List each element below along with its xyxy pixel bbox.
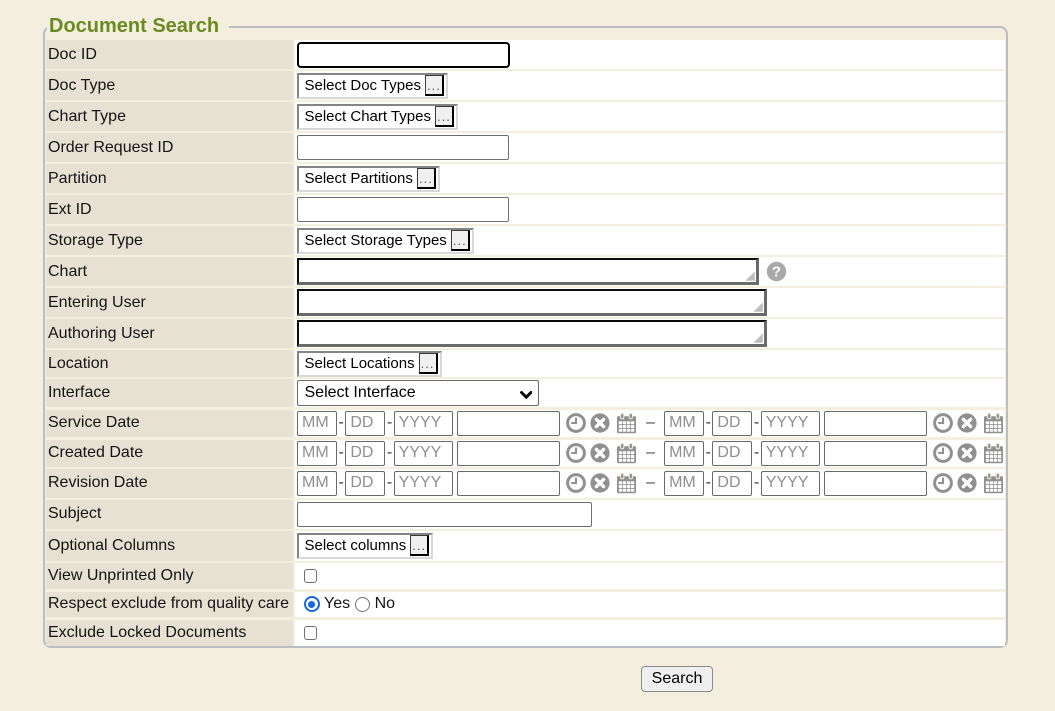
svg-text:?: ? (771, 263, 780, 280)
